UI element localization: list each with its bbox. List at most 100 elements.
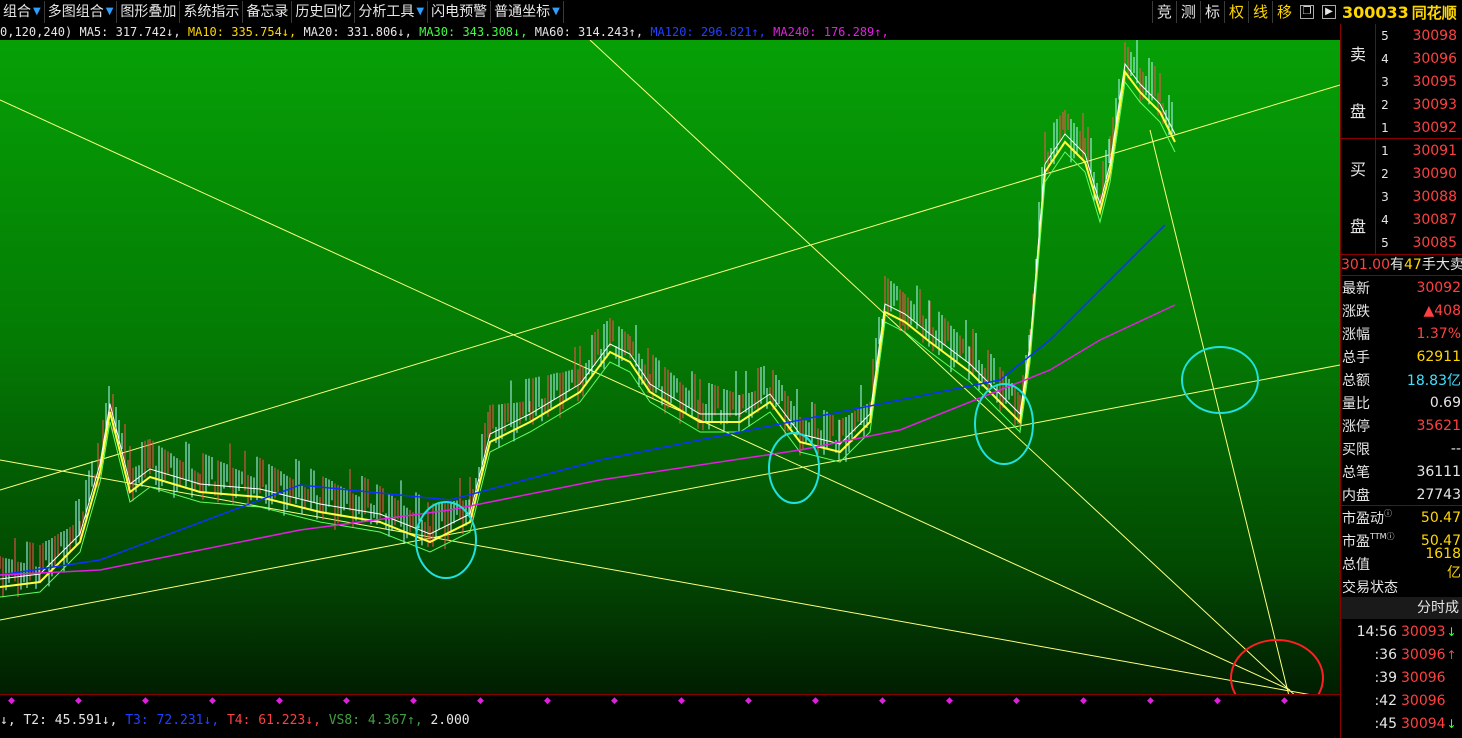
date-marker: ◆ — [477, 696, 484, 706]
annotation-circle — [974, 383, 1034, 465]
toolbar-item-3[interactable]: 系统指示 — [180, 1, 244, 23]
stat-row: 量比 0.69 — [1342, 394, 1461, 412]
toolbar-item-7[interactable]: 闪电预警 — [428, 1, 492, 23]
valuation-row: 交易状态 — [1342, 579, 1398, 596]
toolbar-item-8[interactable]: 普通坐标 ▼ — [491, 1, 564, 23]
ma10-label: MA10: 335.754↓, — [187, 25, 297, 39]
buy-book: 买 盘 1 30091 2 30090 3 30088 4 30087 5 30085 — [1341, 139, 1462, 254]
tick-row: 14:56 30093 ↓ — [1356, 623, 1457, 640]
toolbar-toggle-5[interactable]: 移 — [1271, 1, 1296, 23]
play-icon[interactable]: ▶ — [1322, 5, 1336, 19]
quote-panel: 卖 盘 5 30098 4 30096 3 30095 2 30093 1 30092 买 盘 1… — [1340, 24, 1462, 738]
buy-level-2[interactable]: 2 30090 — [1375, 162, 1462, 185]
restore-icon[interactable]: ❐ — [1300, 5, 1314, 19]
date-marker: ◆ — [879, 696, 886, 706]
toolbar-item-4[interactable]: 备忘录 — [243, 1, 293, 23]
sell-book: 卖 盘 5 30098 4 30096 3 30095 2 30093 1 30092 — [1341, 24, 1462, 138]
stock-header: 300033 同花顺 — [1340, 0, 1462, 24]
toolbar-toggle-0[interactable]: 竞 — [1151, 1, 1176, 23]
date-marker: ◆ — [611, 696, 618, 706]
ma5-label: MA5: 317.742↓, — [79, 25, 181, 39]
sell-level-2[interactable]: 2 30093 — [1375, 93, 1462, 116]
toolbar-item-5[interactable]: 历史回忆 — [292, 1, 356, 23]
dropdown-icon: ▼ — [552, 6, 560, 17]
ma5-line — [0, 62, 1176, 580]
buy-level-1[interactable]: 1 30091 — [1375, 139, 1462, 162]
toolbar-toggle-4[interactable]: 线 — [1247, 1, 1272, 23]
stat-row: 涨幅 1.37% — [1342, 325, 1461, 343]
ma-legend-bar: 0,120,240) MA5: 317.742↓, MA10: 335.754↓… — [0, 24, 1340, 40]
buy-level-5[interactable]: 5 30085 — [1375, 231, 1462, 254]
ma120-line — [0, 224, 1166, 576]
trend-line — [0, 84, 1340, 491]
ma30-line — [0, 80, 1176, 598]
date-marker: ◆ — [75, 696, 82, 706]
dropdown-icon: ▼ — [105, 6, 114, 17]
dropdown-icon: ▼ — [33, 6, 41, 17]
tick-row: :42 30096 — [1374, 692, 1446, 709]
sell-side-label: 卖 盘 — [1341, 24, 1376, 138]
ma120-label: MA120: 296.821↑, — [650, 25, 766, 39]
valuation-row: 总值 1618亿 — [1342, 545, 1461, 581]
toolbar-item-2[interactable]: 图形叠加 — [117, 1, 181, 23]
buy-level-3[interactable]: 3 30088 — [1375, 185, 1462, 208]
stat-row: 涨停 35621 — [1342, 417, 1461, 435]
toolbar-item-1[interactable]: 多图组合 ▼ — [45, 1, 118, 23]
buy-level-4[interactable]: 4 30087 — [1375, 208, 1462, 231]
big-trade-message: 301.00有47手大卖 — [1341, 257, 1462, 273]
tick-row: :39 30096 — [1374, 669, 1446, 686]
ma-params: 0,120,240) — [0, 25, 73, 39]
toolbar-toggle-2[interactable]: 标 — [1199, 1, 1224, 23]
toolbar-item-6[interactable]: 分析工具 ▼ — [355, 1, 429, 23]
kline-chart-svg[interactable] — [0, 40, 1340, 694]
fenshi-header[interactable]: 分时成 — [1341, 597, 1462, 619]
tick-row: :36 30096 ↑ — [1374, 646, 1457, 663]
date-marker: ◆ — [678, 696, 685, 706]
date-marker: ◆ — [142, 696, 149, 706]
stat-row: 涨跌 ▲408 — [1342, 302, 1461, 320]
toolbar-toggle-3[interactable]: 权 — [1223, 1, 1248, 23]
vs8-label: VS8: 4.367↑, — [328, 713, 423, 728]
top-toolbar: 组合 ▼ 多图组合 ▼ 图形叠加 系统指示 备忘录 历史回忆 分析工具 ▼ 闪电预警 普通坐标 ▼ 竞测标… — [0, 0, 1340, 25]
date-marker: ◆ — [1214, 696, 1221, 706]
date-marker: ◆ — [410, 696, 417, 706]
date-marker: ◆ — [1080, 696, 1087, 706]
toolbar-toggle-1[interactable]: 测 — [1175, 1, 1200, 23]
date-marker: ◆ — [343, 696, 350, 706]
valuation-row: 市盈动ⓘ 50.47 — [1342, 508, 1461, 527]
indicator-legend-bar: ↓, T2: 45.591↓, T3: 72.231↓, T4: 61.223↓… — [0, 711, 1340, 731]
vs-value: 2.000 — [430, 713, 470, 728]
date-marker: ◆ — [812, 696, 819, 706]
sell-level-4[interactable]: 4 30096 — [1375, 47, 1462, 70]
ma30-label: MA30: 343.308↓, — [419, 25, 528, 39]
tick-row: :45 30094 ↓ — [1374, 715, 1457, 732]
sell-level-1[interactable]: 1 30092 — [1375, 116, 1462, 139]
date-marker: ◆ — [276, 696, 283, 706]
buy-side-label: 买 盘 — [1341, 139, 1376, 254]
toolbar-right: 竞测标权线移 ❐ ▶ — [1151, 0, 1340, 24]
ma60-label: MA60: 314.243↑, — [534, 25, 644, 39]
stat-row: 总笔 36111 — [1342, 463, 1461, 481]
date-marker: ◆ — [1281, 696, 1288, 706]
stat-row: 买限 -- — [1342, 440, 1461, 458]
sell-level-3[interactable]: 3 30095 — [1375, 70, 1462, 93]
stat-row: 内盘 27743 — [1342, 486, 1461, 504]
annotation-circle — [1181, 346, 1259, 414]
toolbar-item-0[interactable]: 组合 ▼ — [0, 1, 45, 23]
t1-label: ↓, — [0, 713, 16, 728]
ma240-line — [0, 304, 1176, 576]
stat-row: 最新 30092 — [1342, 279, 1461, 297]
date-marker: ◆ — [1013, 696, 1020, 706]
date-marker-bar: ◆ ◆ ◆ ◆ ◆ ◆ ◆ ◆ ◆ ◆ ◆ ◆ ◆ ◆ ◆ ◆ ◆ ◆ ◆ ◆ — [0, 694, 1340, 712]
date-marker: ◆ — [8, 696, 15, 706]
date-marker: ◆ — [946, 696, 953, 706]
t3-label: T3: 72.231↓, — [125, 713, 220, 728]
date-marker: ◆ — [1147, 696, 1154, 706]
ma20-label: MA20: 331.806↓, — [303, 25, 412, 39]
kline-chart[interactable] — [0, 40, 1340, 694]
ma10-line — [0, 69, 1176, 588]
sell-level-5[interactable]: 5 30098 — [1375, 24, 1462, 47]
date-marker: ◆ — [544, 696, 551, 706]
t2-label: T2: 45.591↓, — [23, 713, 118, 728]
trend-line — [589, 40, 1295, 694]
